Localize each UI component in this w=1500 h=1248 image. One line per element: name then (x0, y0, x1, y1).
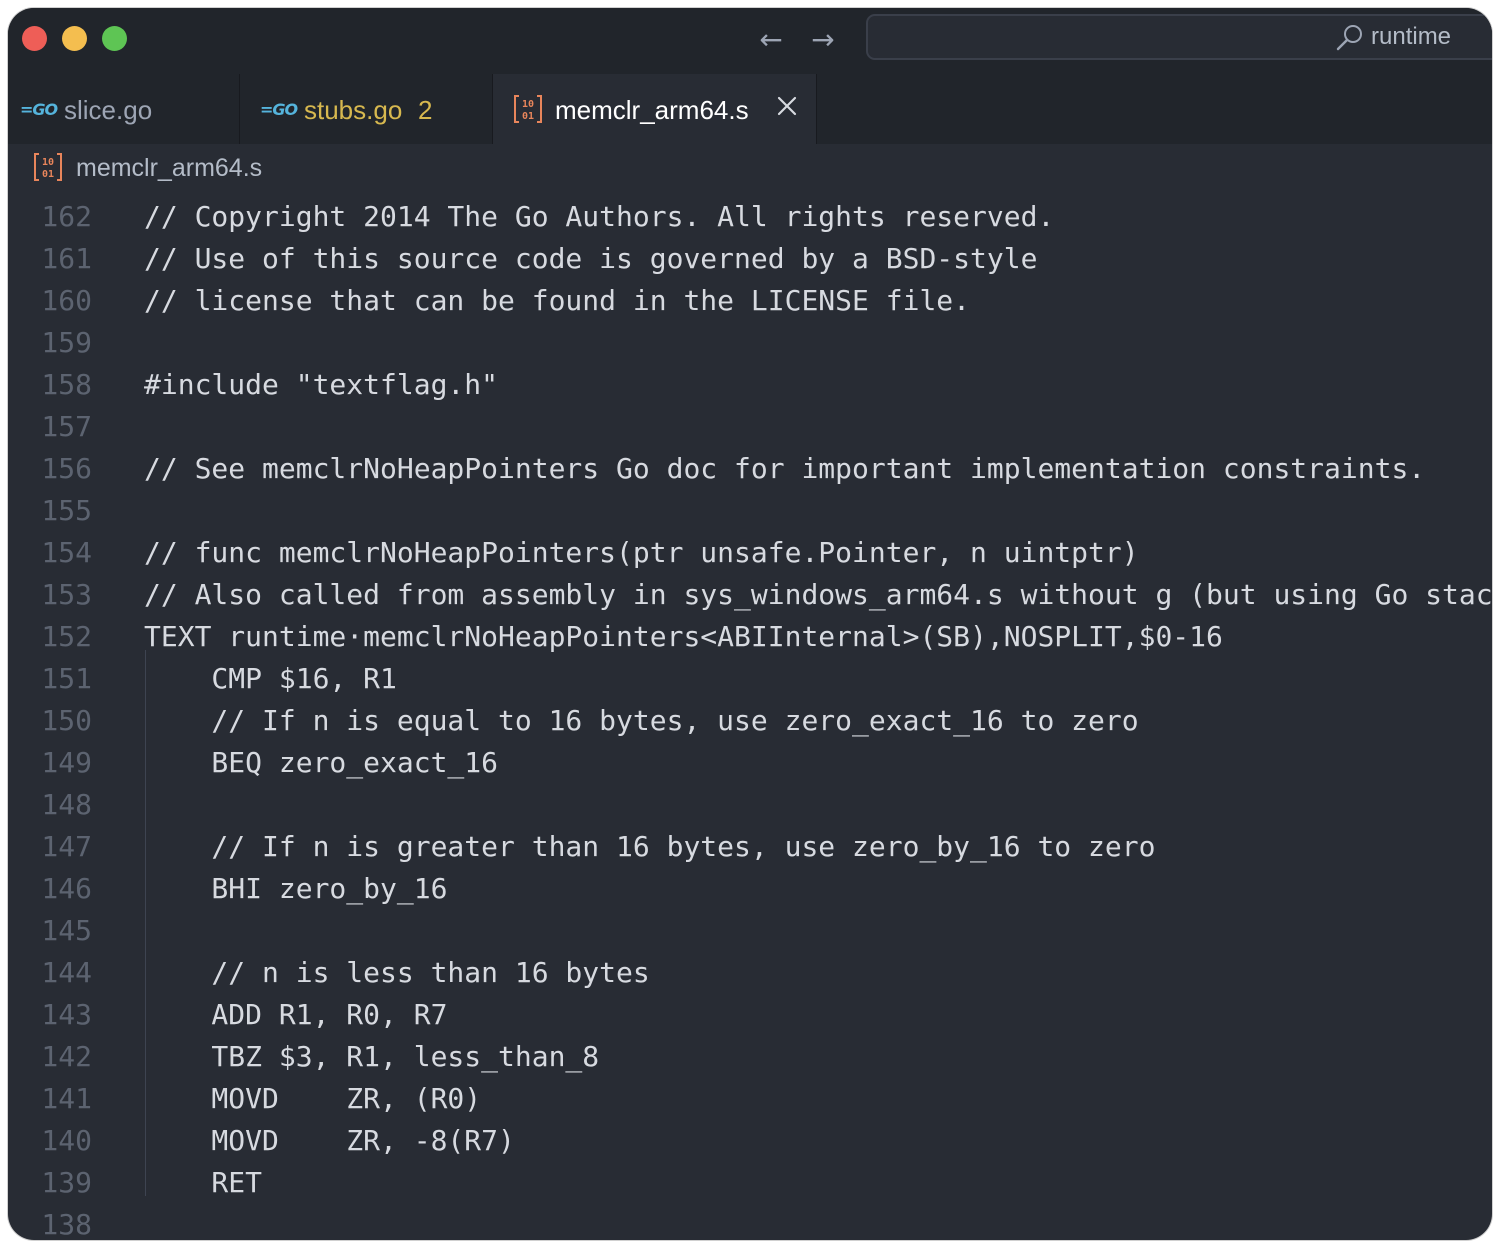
line-number: 145 (41, 914, 92, 947)
line-number: 148 (41, 788, 92, 821)
svg-text:01: 01 (522, 111, 534, 122)
tab-label: stubs.go (304, 95, 403, 125)
svg-text:01: 01 (42, 169, 54, 180)
tab-label: slice.go (64, 95, 153, 125)
line-number: 141 (41, 1082, 92, 1115)
line-number: 151 (41, 662, 92, 695)
code-text: #include "textflag.h" (144, 368, 499, 401)
code-line[interactable]: 148 (8, 784, 1492, 826)
code-text: // See memclrNoHeapPointers Go doc for i… (144, 452, 1426, 485)
line-number: 150 (41, 704, 92, 737)
code-text: MOVD ZR, -8(R7) (144, 1124, 515, 1157)
line-number: 149 (41, 746, 92, 779)
line-number: 144 (41, 956, 92, 989)
code-line[interactable]: 157 (8, 406, 1492, 448)
line-number: 160 (41, 284, 92, 317)
search-field[interactable]: runtime (866, 14, 1492, 60)
editor-window: ← → runtime =GO slice.go =GO stubs.go 2 … (8, 8, 1492, 1240)
line-number: 146 (41, 872, 92, 905)
code-line[interactable]: 142 TBZ $3, R1, less_than_8 (8, 1036, 1492, 1078)
search-icon (1336, 25, 1362, 51)
assembly-file-icon: 10 01 (34, 153, 62, 181)
line-number: 156 (41, 452, 92, 485)
code-line[interactable]: 146 BHI zero_by_16 (8, 868, 1492, 910)
code-line[interactable]: 152 TEXT runtime·memclrNoHeapPointers<ABI… (8, 616, 1492, 658)
code-line[interactable]: 151 CMP $16, R1 (8, 658, 1492, 700)
code-line[interactable]: 158 #include "textflag.h" (8, 364, 1492, 406)
code-text: // n is less than 16 bytes (144, 956, 650, 989)
code-editor[interactable]: 162 // Copyright 2014 The Go Authors. All… (8, 188, 1492, 1240)
line-number: 157 (41, 410, 92, 443)
line-number: 155 (41, 494, 92, 527)
code-line[interactable]: 145 (8, 910, 1492, 952)
tab-slice-go[interactable]: =GO slice.go (8, 74, 240, 144)
code-text: // If n is equal to 16 bytes, use zero_e… (144, 704, 1139, 737)
code-text: CMP $16, R1 (144, 662, 397, 695)
tab-stubs-go[interactable]: =GO stubs.go 2 (240, 74, 493, 144)
code-line[interactable]: 156 // See memclrNoHeapPointers Go doc fo… (8, 448, 1492, 490)
line-number: 138 (41, 1208, 92, 1240)
code-line[interactable]: 141 MOVD ZR, (R0) (8, 1078, 1492, 1120)
assembly-file-icon: 10 01 (514, 95, 542, 123)
code-text: // Use of this source code is governed b… (144, 242, 1038, 275)
code-text: MOVD ZR, (R0) (144, 1082, 482, 1115)
code-text: BEQ zero_exact_16 (144, 746, 499, 779)
back-arrow-icon[interactable]: ← (756, 25, 786, 55)
code-text: TBZ $3, R1, less_than_8 (144, 1040, 600, 1073)
code-text: // If n is greater than 16 bytes, use ze… (144, 830, 1156, 863)
tab-bar: =GO slice.go =GO stubs.go 2 10 01 memclr… (8, 74, 1492, 144)
code-text: ADD R1, R0, R7 (144, 998, 448, 1031)
code-text: // Copyright 2014 The Go Authors. All ri… (144, 200, 1055, 233)
code-line[interactable]: 139 RET (8, 1162, 1492, 1204)
line-number: 158 (41, 368, 92, 401)
breadcrumb-label: memclr_arm64.s (76, 154, 263, 182)
line-number: 161 (41, 242, 92, 275)
close-tab-icon[interactable] (775, 94, 799, 118)
code-line[interactable]: 143 ADD R1, R0, R7 (8, 994, 1492, 1036)
maximize-window-button[interactable] (102, 26, 127, 51)
code-line[interactable]: 149 BEQ zero_exact_16 (8, 742, 1492, 784)
svg-text:10: 10 (42, 157, 54, 168)
code-line[interactable]: 140 MOVD ZR, -8(R7) (8, 1120, 1492, 1162)
code-line[interactable]: 161 // Use of this source code is governe… (8, 238, 1492, 280)
line-number: 140 (41, 1124, 92, 1157)
line-number: 147 (41, 830, 92, 863)
code-line[interactable]: 162 // Copyright 2014 The Go Authors. All… (8, 196, 1492, 238)
line-number: 153 (41, 578, 92, 611)
code-line[interactable]: 159 (8, 322, 1492, 364)
search-text: runtime (1371, 23, 1452, 50)
code-text: BHI zero_by_16 (144, 872, 448, 905)
code-line[interactable]: 144 // n is less than 16 bytes (8, 952, 1492, 994)
code-text: RET (144, 1166, 263, 1199)
go-file-icon: =GO (20, 100, 58, 119)
title-bar: ← → runtime (8, 8, 1492, 74)
code-text: // license that can be found in the LICE… (144, 284, 971, 317)
code-line[interactable]: 150 // If n is equal to 16 bytes, use ze… (8, 700, 1492, 742)
code-text: // Also called from assembly in sys_wind… (144, 578, 1492, 611)
close-window-button[interactable] (22, 26, 47, 51)
code-line[interactable]: 138 (8, 1204, 1492, 1240)
breadcrumb[interactable]: 10 01 memclr_arm64.s (8, 144, 1492, 190)
problem-count-badge: 2 (418, 95, 433, 125)
code-line[interactable]: 147 // If n is greater than 16 bytes, us… (8, 826, 1492, 868)
tab-label: memclr_arm64.s (555, 95, 749, 125)
line-number: 152 (41, 620, 92, 653)
line-number: 139 (41, 1166, 92, 1199)
code-text: TEXT runtime·memclrNoHeapPointers<ABIInt… (144, 620, 1223, 653)
code-line[interactable]: 155 (8, 490, 1492, 532)
line-number: 154 (41, 536, 92, 569)
minimize-window-button[interactable] (62, 26, 87, 51)
go-file-icon: =GO (260, 100, 298, 119)
line-number: 142 (41, 1040, 92, 1073)
code-line[interactable]: 153 // Also called from assembly in sys_w… (8, 574, 1492, 616)
line-number: 159 (41, 326, 92, 359)
line-number: 162 (41, 200, 92, 233)
line-number: 143 (41, 998, 92, 1031)
code-text: // func memclrNoHeapPointers(ptr unsafe.… (144, 536, 1139, 569)
tab-memclr-arm64-s[interactable]: 10 01 memclr_arm64.s (493, 74, 817, 144)
forward-arrow-icon[interactable]: → (808, 25, 838, 55)
code-line[interactable]: 160 // license that can be found in the L… (8, 280, 1492, 322)
code-line[interactable]: 154 // func memclrNoHeapPointers(ptr unsa… (8, 532, 1492, 574)
svg-text:10: 10 (522, 99, 534, 110)
